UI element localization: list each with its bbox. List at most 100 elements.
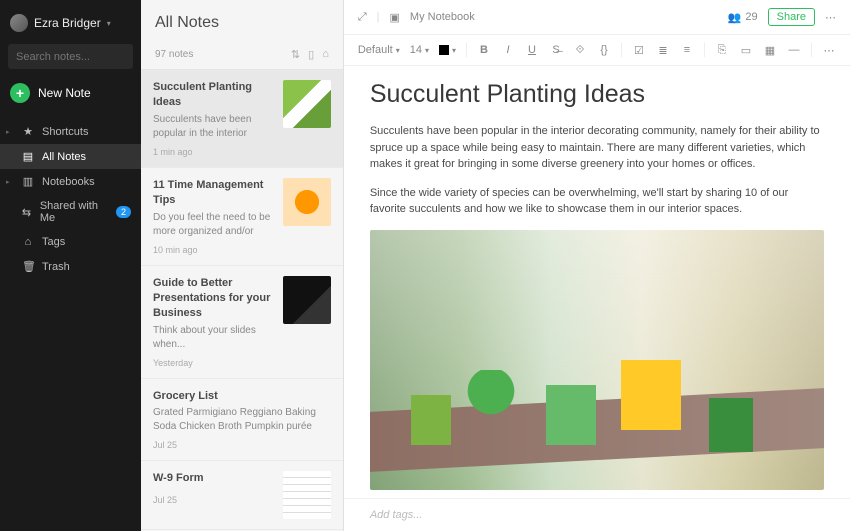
chevron-down-icon: ▾ — [396, 46, 400, 55]
note-time: Jul 25 — [153, 440, 331, 450]
list-header: All Notes — [141, 0, 343, 42]
nav-label: Shared with Me — [40, 200, 108, 224]
chevron-down-icon: ▾ — [452, 46, 456, 55]
notebook-icon: ▥ — [22, 175, 34, 188]
avatar — [10, 14, 28, 32]
note-list: All Notes 97 notes ⇅ ▯ ⌂ Succulent Plant… — [141, 0, 344, 531]
sort-icon[interactable]: ⇅ — [291, 48, 300, 61]
search-input[interactable] — [16, 51, 158, 63]
notebook-icon: ▣ — [390, 11, 400, 24]
note-title[interactable]: Succulent Planting Ideas — [370, 80, 824, 109]
nav-label: Tags — [42, 236, 65, 248]
notes-scroll[interactable]: Succulent Planting Ideas Succulents have… — [141, 70, 343, 531]
nav-label: All Notes — [42, 151, 86, 163]
note-time: 10 min ago — [153, 245, 275, 255]
size-select[interactable]: 14 ▾ — [410, 44, 429, 56]
editor-pane: ⤢ | ▣ My Notebook 👥 29 Share ⋯ Default ▾… — [344, 0, 850, 531]
number-list-icon[interactable]: ≡ — [680, 44, 694, 56]
share-button[interactable]: Share — [768, 8, 815, 26]
note-title: Succulent Planting Ideas — [153, 80, 275, 111]
note-thumb — [283, 471, 331, 519]
paragraph[interactable]: Since the wide variety of species can be… — [370, 185, 824, 218]
note-item[interactable]: Grocery List Grated Parmigiano Reggiano … — [141, 379, 343, 461]
divider-icon[interactable]: ― — [787, 44, 801, 56]
user-name: Ezra Bridger — [34, 16, 101, 30]
note-time: Yesterday — [153, 358, 275, 368]
note-title: W-9 Form — [153, 471, 275, 486]
note-preview: Think about your slides when... — [153, 324, 275, 352]
bullet-list-icon[interactable]: ≣ — [656, 44, 670, 57]
note-image[interactable] — [370, 230, 824, 490]
color-swatch — [439, 45, 449, 55]
nav-label: Notebooks — [42, 176, 95, 188]
note-icon: ▤ — [22, 150, 34, 163]
note-time: Jul 25 — [153, 495, 275, 505]
table-icon[interactable]: ▦ — [763, 44, 777, 57]
font-select[interactable]: Default ▾ — [358, 44, 400, 56]
tags-input[interactable]: Add tags... — [344, 498, 850, 531]
expand-icon[interactable]: ⤢ — [358, 11, 367, 24]
list-title: All Notes — [155, 14, 329, 32]
chevron-down-icon: ▾ — [425, 46, 429, 55]
note-preview: Do you feel the need to be more organize… — [153, 211, 275, 239]
search-box[interactable]: ⌕ — [8, 44, 133, 69]
filter-icon[interactable]: ⌂ — [322, 48, 329, 61]
note-title: Grocery List — [153, 389, 331, 404]
underline-icon[interactable]: U — [525, 44, 539, 56]
note-item[interactable]: Guide to Better Presentations for your B… — [141, 266, 343, 379]
shared-badge: 2 — [116, 206, 131, 218]
nav: ▸ ★ Shortcuts ▤ All Notes ▸ ▥ Notebooks … — [0, 119, 141, 279]
note-thumb — [283, 178, 331, 226]
note-preview: Grated Parmigiano Reggiano Baking Soda C… — [153, 406, 331, 434]
note-time: 1 min ago — [153, 147, 275, 157]
color-select[interactable]: ▾ — [439, 45, 456, 55]
more-icon[interactable]: ⋯ — [825, 11, 836, 24]
checklist-icon[interactable]: ☑ — [632, 44, 646, 57]
people-icon: 👥 — [728, 11, 742, 24]
tag-icon: ⌂ — [22, 236, 34, 248]
sidebar: Ezra Bridger ▾ ⌕ + New Note ▸ ★ Shortcut… — [0, 0, 141, 531]
note-thumb — [283, 80, 331, 128]
note-preview: Succulents have been popular in the inte… — [153, 113, 275, 141]
star-icon: ★ — [22, 125, 34, 138]
code-icon[interactable]: {} — [597, 44, 611, 56]
bold-icon[interactable]: B — [477, 44, 491, 56]
paragraph[interactable]: Succulents have been popular in the inte… — [370, 123, 824, 173]
view-icon[interactable]: ▯ — [308, 48, 314, 61]
note-title: Guide to Better Presentations for your B… — [153, 276, 275, 322]
image-icon[interactable]: ▭ — [739, 44, 753, 57]
strike-icon[interactable]: S̶ — [549, 44, 563, 56]
new-note-button[interactable]: + New Note — [10, 83, 131, 103]
caret-icon: ▸ — [6, 128, 14, 136]
italic-icon[interactable]: I — [501, 44, 515, 56]
nav-label: Shortcuts — [42, 126, 88, 138]
nav-shortcuts[interactable]: ▸ ★ Shortcuts — [0, 119, 141, 144]
nav-notebooks[interactable]: ▸ ▥ Notebooks — [0, 169, 141, 194]
link-icon[interactable]: ⟐ — [573, 44, 587, 57]
nav-label: Trash — [42, 261, 70, 273]
nav-shared[interactable]: ⇆ Shared with Me 2 — [0, 194, 141, 230]
nav-all-notes[interactable]: ▤ All Notes — [0, 144, 141, 169]
note-title: 11 Time Management Tips — [153, 178, 275, 209]
more-format-icon[interactable]: ⋯ — [822, 44, 836, 57]
collaborators[interactable]: 👥 29 — [728, 11, 758, 24]
list-subheader: 97 notes ⇅ ▯ ⌂ — [141, 42, 343, 70]
nav-tags[interactable]: ⌂ Tags — [0, 230, 141, 254]
new-note-label: New Note — [38, 86, 91, 100]
editor-body[interactable]: Succulent Planting Ideas Succulents have… — [344, 66, 850, 498]
note-item[interactable]: Succulent Planting Ideas Succulents have… — [141, 70, 343, 168]
note-thumb — [283, 276, 331, 324]
plus-icon: + — [10, 83, 30, 103]
user-menu[interactable]: Ezra Bridger ▾ — [0, 8, 141, 38]
editor-toolbar: Default ▾ 14 ▾ ▾ B I U S̶ ⟐ {} ☑ ≣ ≡ ⎘ — [344, 35, 850, 66]
attachment-icon[interactable]: ⎘ — [715, 44, 729, 57]
editor-topbar: ⤢ | ▣ My Notebook 👥 29 Share ⋯ — [344, 0, 850, 35]
trash-icon: 🗑 — [22, 260, 34, 273]
people-icon: ⇆ — [21, 206, 32, 219]
note-item[interactable]: 11 Time Management Tips Do you feel the … — [141, 168, 343, 266]
note-count: 97 notes — [155, 49, 193, 60]
notebook-name[interactable]: My Notebook — [410, 11, 475, 23]
nav-trash[interactable]: 🗑 Trash — [0, 254, 141, 279]
note-item[interactable]: W-9 Form Jul 25 — [141, 461, 343, 530]
chevron-down-icon: ▾ — [107, 19, 111, 28]
